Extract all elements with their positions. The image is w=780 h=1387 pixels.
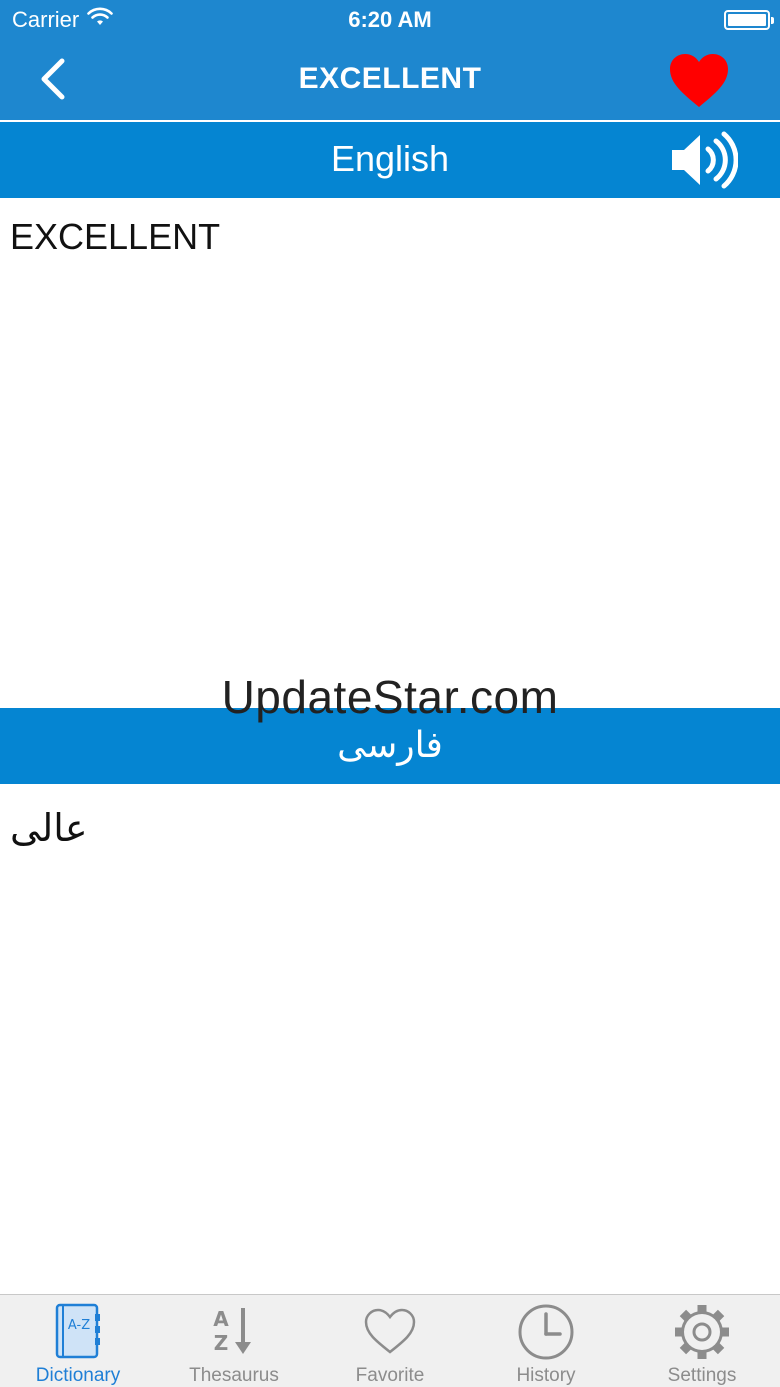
status-bar: Carrier 6:20 AM [0,0,780,40]
tab-favorite-label: Favorite [355,1365,425,1386]
navigation-bar: EXCELLENT [0,40,780,120]
heart-icon [670,54,728,107]
top-bar: Carrier 6:20 AM EXCELLENT [0,0,780,120]
tab-favorite[interactable]: Favorite [312,1295,468,1387]
tab-thesaurus[interactable]: A Z Thesaurus [156,1295,312,1387]
gear-icon [670,1301,734,1363]
english-header-label: English [330,138,450,179]
english-content: EXCELLENT [0,198,780,708]
tab-history-label: History [516,1365,576,1386]
english-word: EXCELLENT [10,216,221,257]
page-title: EXCELLENT [298,62,482,95]
status-time: 6:20 AM [348,7,432,32]
speaker-icon [672,131,739,189]
heart-outline-icon [358,1301,422,1363]
favorite-button[interactable] [668,52,730,110]
persian-header: فارسی [0,708,780,784]
dictionary-book-icon: A-Z [46,1301,110,1363]
clock-icon [514,1301,578,1363]
tab-settings-label: Settings [667,1365,737,1386]
speak-button[interactable] [668,130,739,190]
persian-translation: عالی [10,806,88,850]
persian-content: عالی [0,784,780,1294]
tab-dictionary-label: Dictionary [35,1365,121,1386]
az-sort-icon: A Z [202,1301,266,1363]
tab-thesaurus-label: Thesaurus [189,1365,279,1386]
tab-history[interactable]: History [468,1295,624,1387]
tab-settings[interactable]: Settings [624,1295,780,1387]
tab-bar: A-Z Dictionary A Z Thesaurus Favorite Hi… [0,1294,780,1387]
svg-text:A: A [213,1307,229,1331]
persian-header-label: فارسی [337,724,443,765]
english-header: English [0,122,780,198]
svg-text:A-Z: A-Z [68,1318,90,1333]
battery-icon [724,10,774,30]
svg-text:Z: Z [214,1331,229,1355]
tab-dictionary[interactable]: A-Z Dictionary [0,1295,156,1387]
